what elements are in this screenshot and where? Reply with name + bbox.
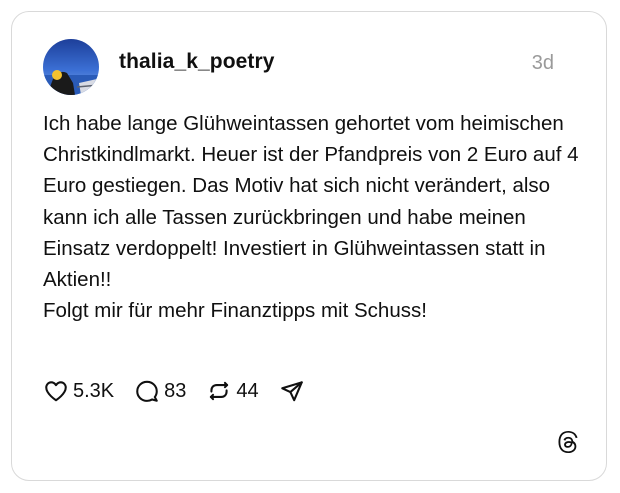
repost-button[interactable]: 44 (206, 378, 259, 404)
repost-count: 44 (236, 379, 259, 402)
post-paragraph: Folgt mir für mehr Finanztipps mit Schus… (43, 299, 427, 323)
avatar-photo (43, 39, 99, 95)
repost-arrows-icon (210, 381, 229, 401)
post-card: thalia_k_poetry 3d Ich habe lange Glühwe… (11, 11, 607, 481)
post-actions: 5.3K 83 44 (43, 376, 325, 406)
heart-icon (45, 381, 67, 402)
reply-count: 83 (164, 379, 187, 402)
send-paper-plane-icon (280, 381, 303, 402)
avatar[interactable] (43, 39, 99, 95)
threads-logo-icon (555, 429, 581, 455)
post-timestamp: 3d (531, 52, 554, 74)
post-paragraph: Ich habe lange Glühweintassen gehortet v… (43, 112, 579, 292)
share-button[interactable] (279, 378, 305, 404)
comment-bubble-icon (136, 380, 158, 402)
like-button[interactable]: 5.3K (43, 378, 114, 404)
username[interactable]: thalia_k_poetry (119, 50, 275, 74)
post-text: Ich habe lange Glühweintassen gehortet v… (43, 108, 583, 326)
reply-button[interactable]: 83 (134, 378, 186, 404)
like-count: 5.3K (73, 379, 115, 402)
